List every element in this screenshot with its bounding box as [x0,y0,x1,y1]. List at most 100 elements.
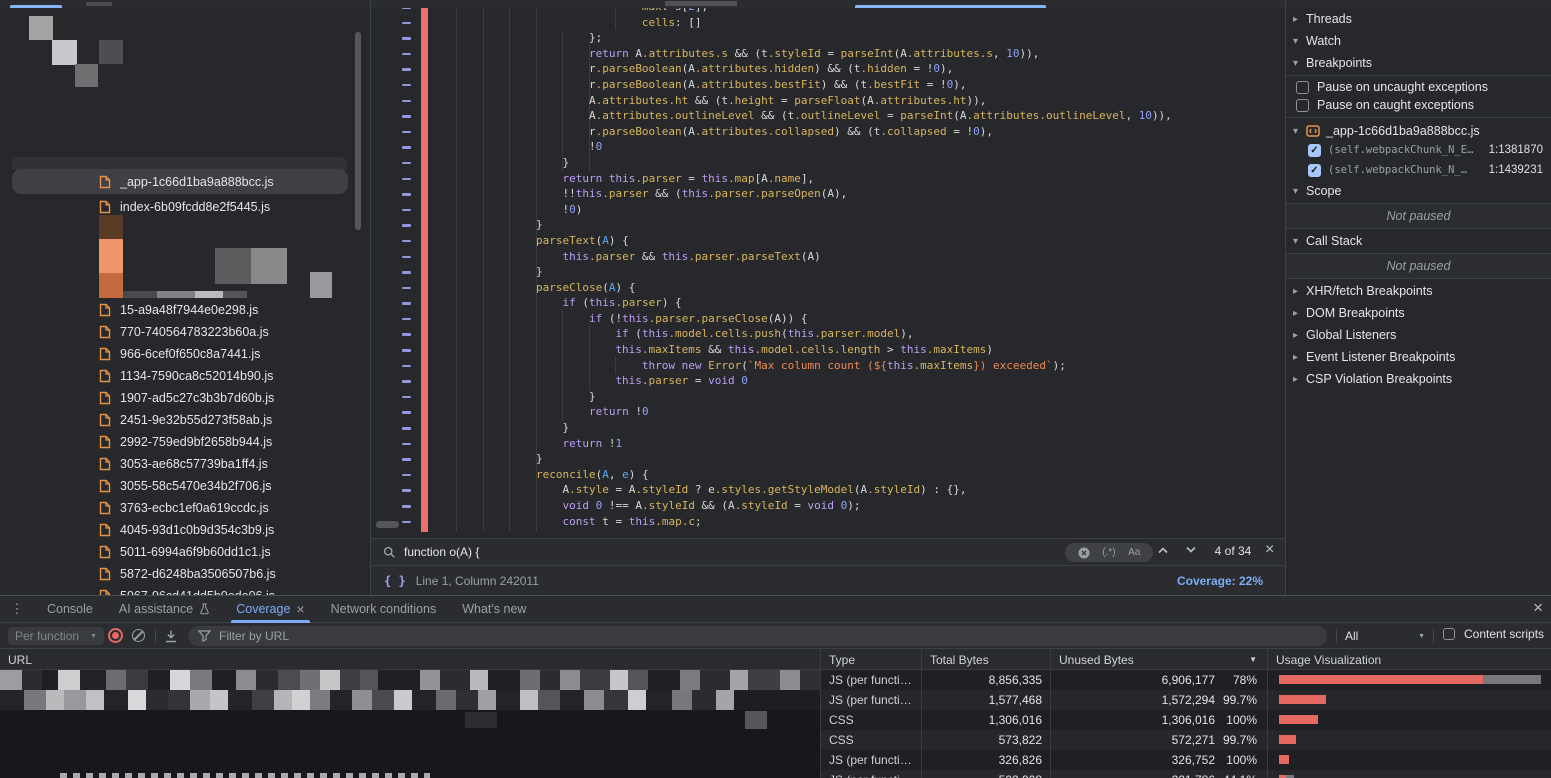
file-tree-item[interactable]: 3055-58c5470e34b2f706.js [0,475,356,497]
coverage-table-row[interactable]: CSS1,306,0161,306,016100% [0,710,1551,730]
code-line[interactable]: return A.attributes.s && (t.styleId = pa… [371,46,1285,62]
code-line[interactable]: } [371,389,1285,405]
file-tree-item[interactable]: 1907-ad5c27c3b3b7d60b.js [0,387,356,409]
code-line[interactable]: if (this.model.cells.push(this.parser.mo… [371,326,1285,342]
code-line[interactable]: A.attributes.outlineLevel && (t.outlineL… [371,108,1285,124]
file-tree-item[interactable]: 2992-759ed9bf2658b944.js [0,431,356,453]
header-total-bytes[interactable]: Total Bytes [921,649,1050,670]
code-line[interactable]: if (!this.parser.parseClose(A)) { [371,311,1285,327]
pause-uncaught-checkbox-row[interactable]: Pause on uncaught exceptions [1286,78,1551,96]
regex-toggle[interactable]: (.*) [1102,547,1115,558]
code-line[interactable]: r.parseBoolean(A.attributes.bestFit) && … [371,77,1285,93]
file-tree-item[interactable]: 5967-96cd41dd5b0ede06.js [0,585,356,595]
coverage-table-row[interactable]: JS (per functi…502,908221,78644.1% [0,770,1551,778]
code-line[interactable]: this.maxItems && this.model.cells.length… [371,342,1285,358]
code-line[interactable]: if (this.parser) { [371,295,1285,311]
file-tree-item[interactable]: 3053-ae68c57739ba1ff4.js [0,453,356,475]
export-download-icon[interactable] [164,629,178,643]
tab-whats-new[interactable]: What's new [449,596,539,623]
breakpoint-entry[interactable]: ✓(self.webpackChunk_N_E…1:1381870 [1286,140,1551,160]
header-unused-bytes[interactable]: Unused Bytes▼ [1050,649,1267,670]
close-drawer-icon[interactable]: × [1533,598,1543,618]
section-breakpoints[interactable]: ▾Breakpoints [1286,52,1551,74]
coverage-table-row[interactable]: JS (per functi…8,856,3356,906,17778% [0,670,1551,690]
code-line[interactable]: } [371,155,1285,171]
content-scripts-checkbox-row[interactable]: Content scripts [1443,627,1544,641]
section-threads[interactable]: ▸Threads [1286,8,1551,30]
file-tree-item[interactable]: 5011-6994a6f9b60dd1c1.js [0,541,356,563]
code-line[interactable]: }; [371,30,1285,46]
previous-match-icon[interactable] [1157,546,1169,554]
file-tree-item-selected[interactable]: _app-1c66d1ba9a888bcc.js [12,169,348,194]
editor-search-bar[interactable]: function o(A) { (.*) Aa 4 of 34 × [371,538,1285,565]
coverage-table-row[interactable]: JS (per functi…1,577,4681,572,29499.7% [0,690,1551,710]
close-coverage-tab-icon[interactable]: × [296,601,304,617]
code-line[interactable]: parseText(A) { [371,233,1285,249]
clear-coverage-icon[interactable] [132,629,145,642]
search-query[interactable]: function o(A) { [404,545,479,559]
coverage-table-row[interactable]: JS (per functi…326,826326,752100% [0,750,1551,770]
coverage-scope-select[interactable]: Per function▼ [8,627,104,645]
code-line[interactable]: this.parser && this.parser.parseText(A) [371,249,1285,265]
code-line[interactable]: cells: [] [371,15,1285,31]
code-line[interactable]: const t = this.map.c; [371,514,1285,530]
code-line[interactable]: A.style = A.styleId ? e.styles.getStyleM… [371,482,1285,498]
file-tree-item[interactable]: 966-6cef0f650c8a7441.js [0,343,356,365]
match-case-toggle[interactable]: Aa [1128,547,1140,558]
tab-console[interactable]: Console [34,596,106,623]
tab-ai-assistance[interactable]: AI assistance [106,596,223,623]
stop-recording-button[interactable] [108,628,123,643]
checkbox-unchecked[interactable] [1296,81,1309,94]
file-tree-item[interactable]: 5872-d6248ba3506507b6.js [0,563,356,585]
section-call-stack[interactable]: ▾Call Stack [1286,230,1551,252]
coverage-percentage-link[interactable]: Coverage: 22% [1177,574,1263,588]
editor-horizontal-scrollbar[interactable] [376,521,399,528]
filter-by-url-input[interactable]: Filter by URL [188,626,1327,646]
code-line[interactable]: } [371,217,1285,233]
checkbox-checked[interactable]: ✓ [1308,164,1321,177]
header-usage-visualization[interactable]: Usage Visualization [1267,649,1551,670]
code-line[interactable]: void 0 !== A.styleId && (A.styleId = voi… [371,498,1285,514]
file-tree-item[interactable]: 4045-93d1c0b9d354c3b9.js [0,519,356,541]
pretty-print-icon[interactable]: { } [384,574,406,588]
section-global-listeners[interactable]: ▸Global Listeners [1286,324,1551,346]
code-line[interactable]: this.parser = void 0 [371,373,1285,389]
code-line[interactable]: } [371,420,1285,436]
file-tree-item[interactable]: 3763-ecbc1ef0a619ccdc.js [0,497,356,519]
code-line[interactable]: reconcile(A, e) { [371,467,1285,483]
file-tree-item[interactable]: 2451-9e32b55d273f58ab.js [0,409,356,431]
tab-coverage[interactable]: Coverage× [223,596,317,623]
file-tree-item[interactable]: 1134-7590ca8c52014b90.js [0,365,356,387]
header-type[interactable]: Type [820,649,921,670]
next-match-icon[interactable] [1185,546,1197,554]
drawer-menu-icon[interactable]: ⋮ [0,601,34,617]
code-line[interactable]: return !1 [371,436,1285,452]
code-line[interactable]: !!this.parser && (this.parser.parseOpen(… [371,186,1285,202]
code-line[interactable]: } [371,451,1285,467]
checkbox-unchecked[interactable] [1296,99,1309,112]
checkbox-checked[interactable]: ✓ [1308,144,1321,157]
checkbox-unchecked[interactable] [1443,628,1455,640]
section-event-listener-breakpoints[interactable]: ▸Event Listener Breakpoints [1286,346,1551,368]
type-filter-select[interactable]: All▼ [1345,626,1425,646]
breakpoint-entry[interactable]: ✓(self.webpackChunk_N_…1:1439231 [1286,160,1551,180]
code-line[interactable]: throw new Error(`Max column count (${thi… [371,358,1285,374]
close-search-icon[interactable]: × [1265,541,1274,559]
code-line[interactable]: !0 [371,139,1285,155]
tab-network-conditions[interactable]: Network conditions [318,596,450,623]
code-line[interactable]: r.parseBoolean(A.attributes.collapsed) &… [371,124,1285,140]
section-watch[interactable]: ▾Watch [1286,30,1551,52]
file-tree-item[interactable]: 770-740564783223b60a.js [0,321,356,343]
section-csp-violation-breakpoints[interactable]: ▸CSP Violation Breakpoints [1286,368,1551,390]
code-lines[interactable]: max: s[2], cells: [] }; return A.attribu… [371,8,1285,529]
section-xhr-fetch-breakpoints[interactable]: ▸XHR/fetch Breakpoints [1286,280,1551,302]
breakpoint-file-group[interactable]: ▾ _app-1c66d1ba9a888bcc.js [1286,120,1551,142]
navigator-scrollbar[interactable] [355,32,361,230]
code-line[interactable]: max: s[2], [371,8,1285,15]
code-line[interactable]: parseClose(A) { [371,280,1285,296]
section-dom-breakpoints[interactable]: ▸DOM Breakpoints [1286,302,1551,324]
clear-search-icon[interactable] [1078,547,1090,559]
pause-caught-checkbox-row[interactable]: Pause on caught exceptions [1286,96,1551,114]
code-line[interactable]: } [371,264,1285,280]
code-editor-pane[interactable]: max: s[2], cells: [] }; return A.attribu… [371,8,1285,595]
